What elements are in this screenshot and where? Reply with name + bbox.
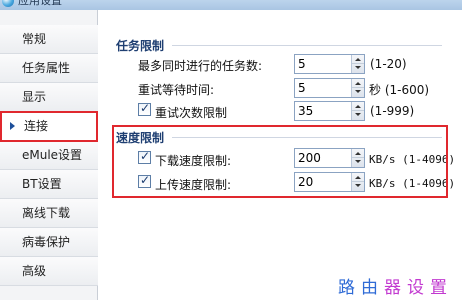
spin-down-icon[interactable] [352,88,364,97]
max-tasks-value[interactable]: 5 [298,57,306,72]
retry-limit-label: 重试次数限制 [155,106,228,120]
upload-limit-label: 上传速度限制: [155,178,232,192]
speed-limit-title: 速度限制 [116,131,165,145]
retry-limit-checkbox[interactable] [138,101,151,116]
sidebar-item-label: 连接 [24,119,49,133]
spin-up-icon[interactable] [352,102,364,111]
retry-limit-spinner[interactable]: 35 [294,101,365,121]
upload-limit-checkbox[interactable] [138,173,151,188]
spin-up-icon[interactable] [352,149,364,158]
sidebar-item-label: 常规 [22,32,47,46]
watermark-text-purple: 器设置 [384,278,453,298]
upload-limit-unit-range: KB/s (1-4096) [369,177,456,190]
retry-wait-value[interactable]: 5 [298,81,306,96]
retry-wait-label: 重试等待时间: [138,83,215,97]
download-limit-spinner[interactable]: 200 [294,148,365,168]
sidebar-item-label: 任务属性 [22,61,71,75]
watermark-text-blue: 路由 [338,278,384,298]
sidebar-item-label: 病毒保护 [22,235,71,249]
spinner-buttons [351,102,364,120]
sidebar-item-task-properties[interactable]: 任务属性 [0,54,98,83]
max-tasks-label: 最多同时进行的任务数: [138,59,263,73]
sidebar-item-label: 显示 [22,90,47,104]
section-divider [172,137,442,138]
spinner-buttons [351,55,364,73]
download-limit-checkbox[interactable] [138,149,151,164]
upload-limit-value[interactable]: 20 [298,175,313,190]
watermark: 路由器设置 [338,273,453,298]
spin-down-icon[interactable] [352,158,364,167]
sidebar-item-advanced[interactable]: 高级 [0,257,98,286]
app-icon [2,0,14,7]
spin-down-icon[interactable] [352,64,364,73]
retry-wait-range: (1-600) [384,83,430,97]
window-title: 应用设置 [18,0,62,7]
spin-up-icon[interactable] [352,55,364,64]
spin-up-icon[interactable] [352,79,364,88]
download-limit-value[interactable]: 200 [298,151,321,166]
sidebar-item-display[interactable]: 显示 [0,83,98,112]
settings-sidebar: 常规 任务属性 显示 连接 eMule设置 BT设置 离线下载 病毒保护 高级 [0,10,98,300]
retry-wait-unit: 秒 [369,83,382,97]
sidebar-item-emule[interactable]: eMule设置 [0,141,98,170]
retry-wait-unit-range: 秒 (1-600) [369,81,429,98]
spin-down-icon[interactable] [352,182,364,191]
selected-arrow-icon [10,122,15,130]
sidebar-item-offline-download[interactable]: 离线下载 [0,199,98,228]
sidebar-item-bt[interactable]: BT设置 [0,170,98,199]
max-tasks-range: (1-20) [370,57,407,71]
retry-wait-spinner[interactable]: 5 [294,78,365,98]
sidebar-item-virus-protection[interactable]: 病毒保护 [0,228,98,257]
upload-limit-spinner[interactable]: 20 [294,172,365,192]
spin-up-icon[interactable] [352,173,364,182]
sidebar-item-general[interactable]: 常规 [0,25,98,54]
max-tasks-spinner[interactable]: 5 [294,54,365,74]
task-limit-title: 任务限制 [116,39,165,53]
title-bar: 应用设置 [0,0,462,10]
spinner-buttons [351,79,364,97]
spinner-buttons [351,149,364,167]
retry-limit-range: (1-999) [370,104,415,118]
section-divider [172,45,442,46]
sidebar-item-connection[interactable]: 连接 [0,112,98,141]
sidebar-item-label: BT设置 [22,177,62,191]
sidebar-item-label: 离线下载 [22,206,71,220]
sidebar-item-label: 高级 [22,264,47,278]
retry-limit-value[interactable]: 35 [298,104,313,119]
download-limit-unit-range: KB/s (1-4096) [369,153,456,166]
sidebar-item-label: eMule设置 [22,148,83,162]
spin-down-icon[interactable] [352,111,364,120]
spinner-buttons [351,173,364,191]
download-limit-label: 下载速度限制: [155,154,232,168]
